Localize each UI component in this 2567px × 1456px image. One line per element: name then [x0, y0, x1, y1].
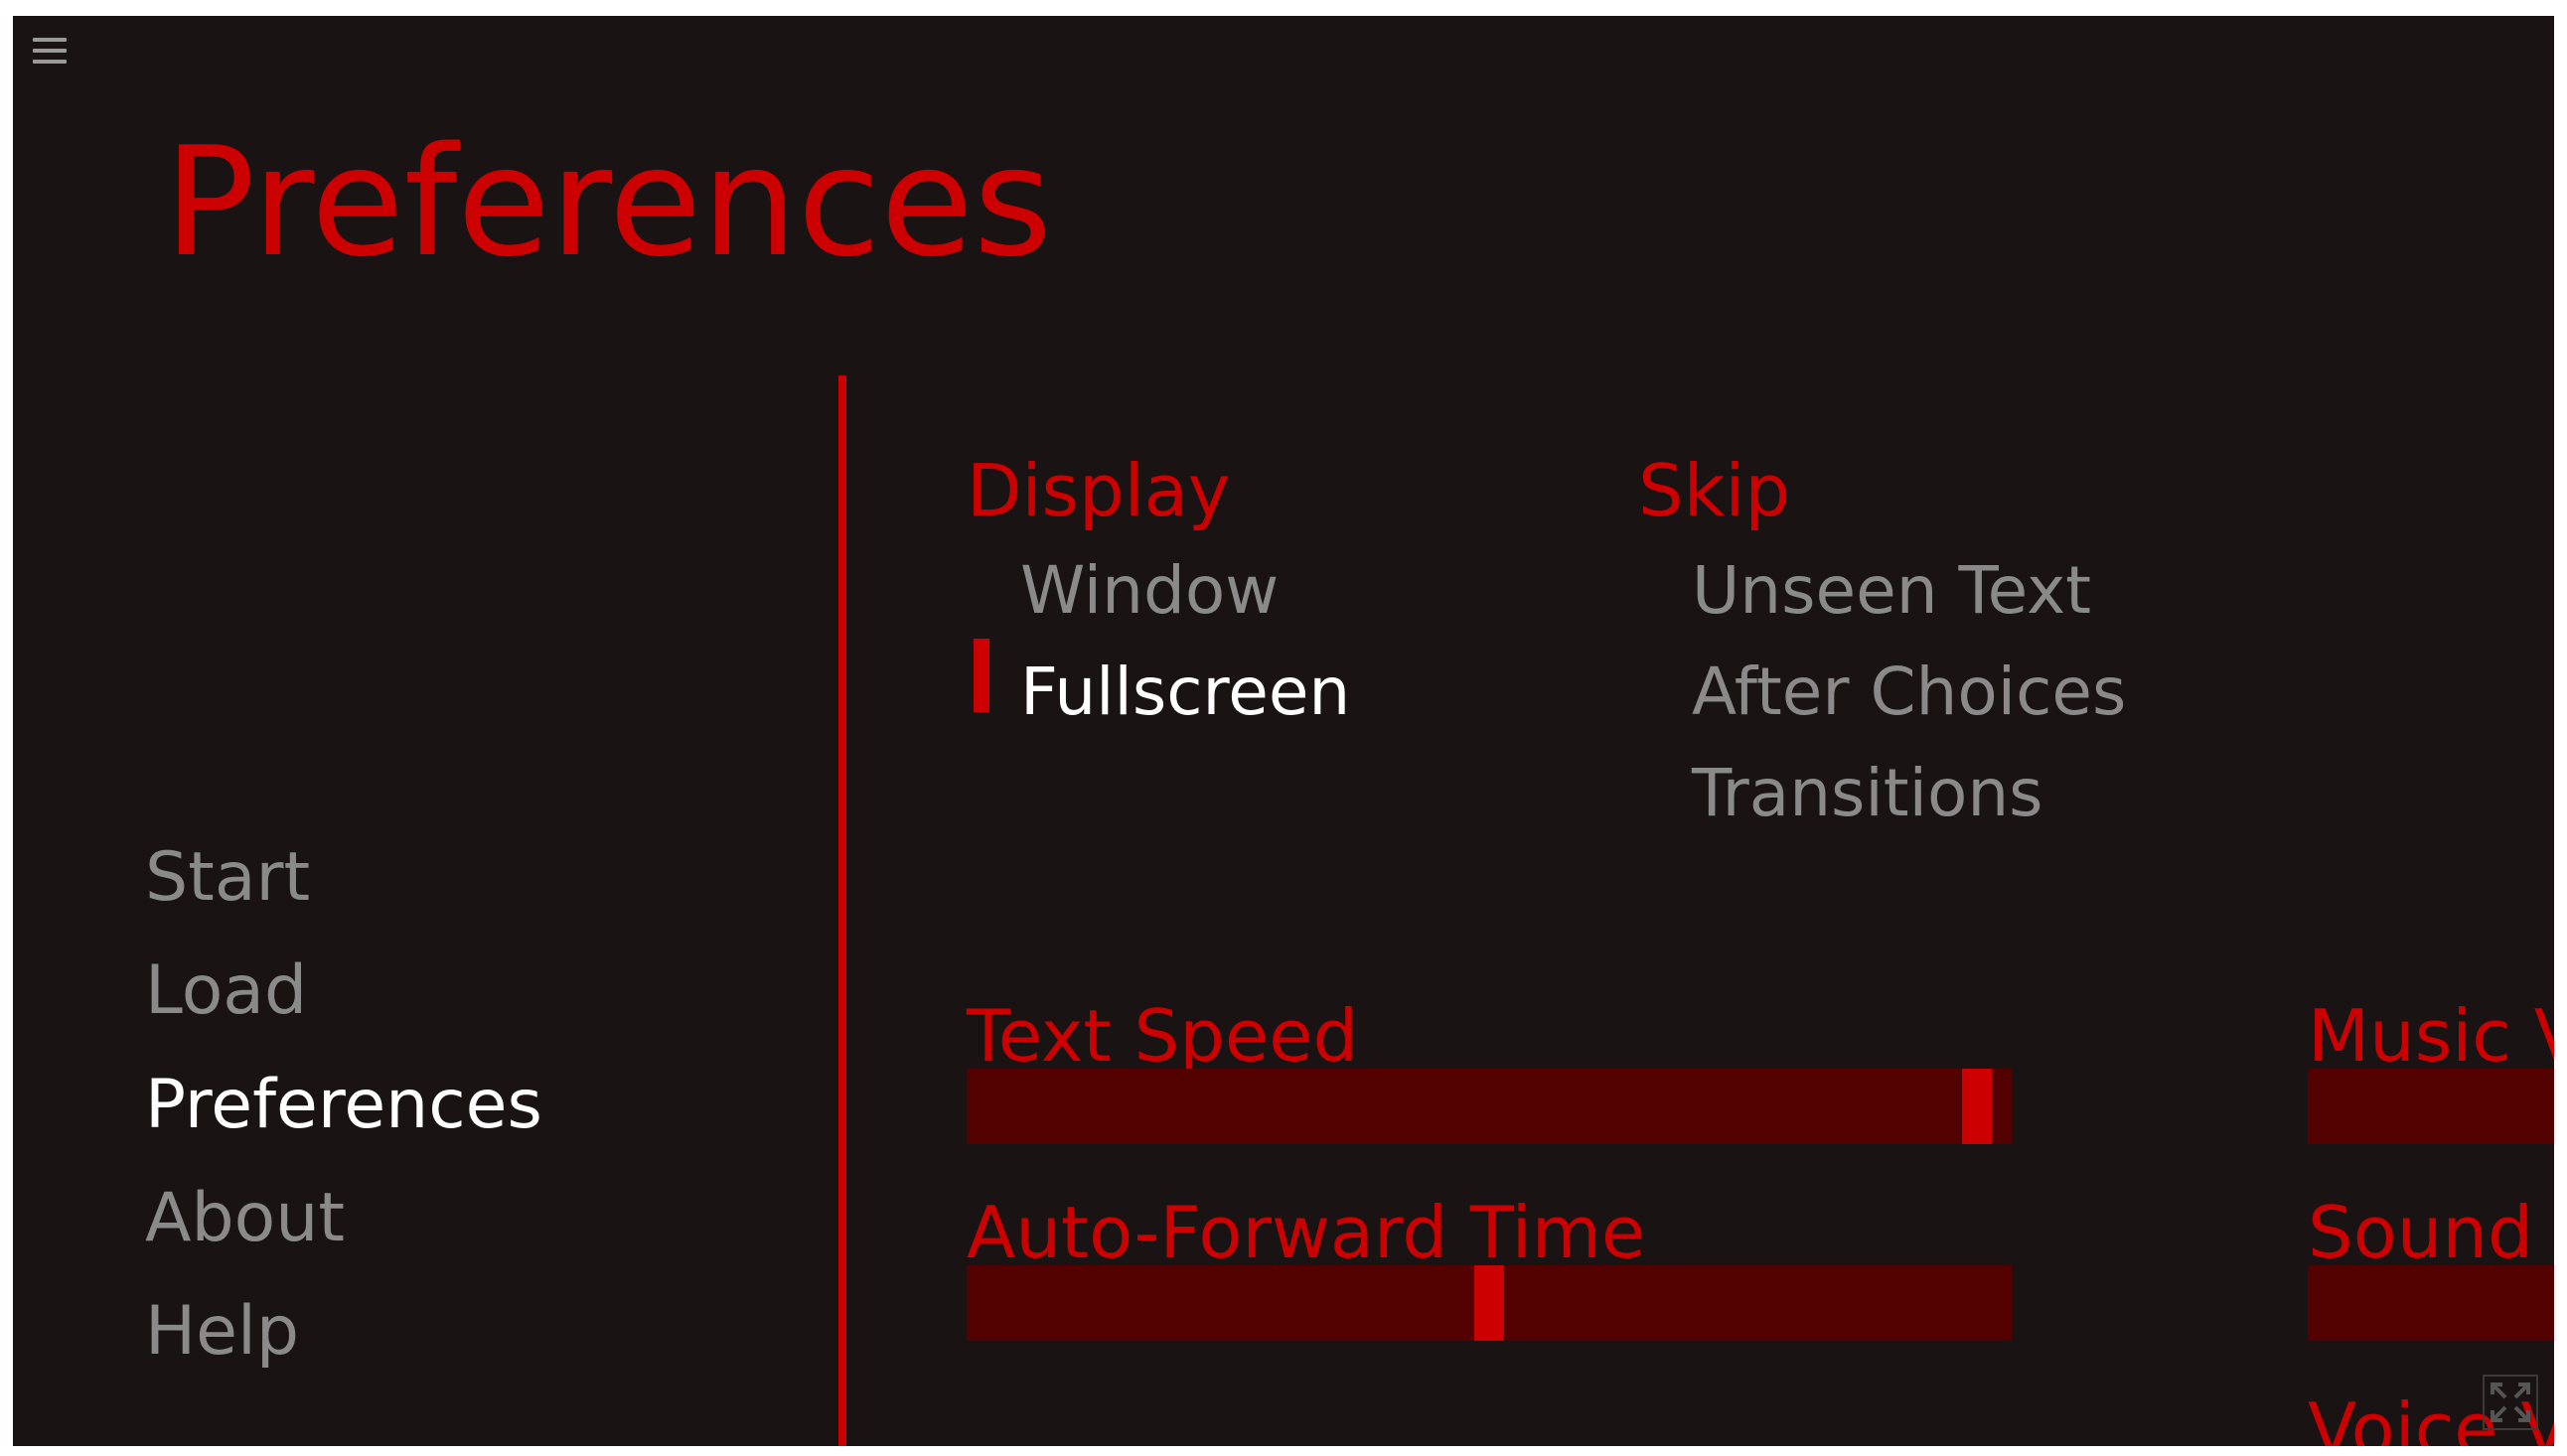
skip-option-transitions[interactable]: Transitions	[1692, 761, 2043, 826]
hamburger-menu-icon[interactable]	[33, 36, 67, 66]
fullscreen-icon[interactable]	[2483, 1375, 2538, 1430]
nav-item-preferences[interactable]: Preferences	[145, 1072, 542, 1139]
nav-item-start[interactable]: Start	[145, 844, 310, 912]
sound-volume-slider[interactable]	[2308, 1265, 2554, 1341]
game-window: Preferences Start Load Preferences About…	[13, 16, 2554, 1446]
nav-item-about[interactable]: About	[145, 1185, 345, 1252]
text-speed-slider[interactable]	[967, 1069, 2012, 1144]
page-title: Preferences	[164, 114, 1052, 290]
skip-heading: Skip	[1638, 449, 1791, 532]
nav-item-load[interactable]: Load	[145, 957, 307, 1025]
selected-indicator	[974, 639, 989, 712]
display-option-fullscreen[interactable]: Fullscreen	[1020, 659, 1350, 725]
text-speed-label: Text Speed	[967, 994, 1359, 1078]
sound-volume-label: Sound	[2308, 1191, 2533, 1274]
auto-forward-time-thumb[interactable]	[1474, 1265, 1504, 1341]
skip-option-after-choices[interactable]: After Choices	[1692, 659, 2126, 725]
display-option-window[interactable]: Window	[1020, 558, 1279, 624]
auto-forward-time-slider[interactable]	[967, 1265, 2012, 1341]
text-speed-thumb[interactable]	[1962, 1069, 1992, 1144]
skip-option-unseen-text[interactable]: Unseen Text	[1692, 558, 2091, 624]
music-volume-slider[interactable]	[2308, 1069, 2554, 1144]
music-volume-label: Music V	[2308, 994, 2554, 1078]
nav-divider	[838, 375, 846, 1446]
display-heading: Display	[967, 449, 1231, 532]
auto-forward-time-label: Auto-Forward Time	[967, 1191, 1646, 1274]
nav-item-help[interactable]: Help	[145, 1298, 299, 1366]
